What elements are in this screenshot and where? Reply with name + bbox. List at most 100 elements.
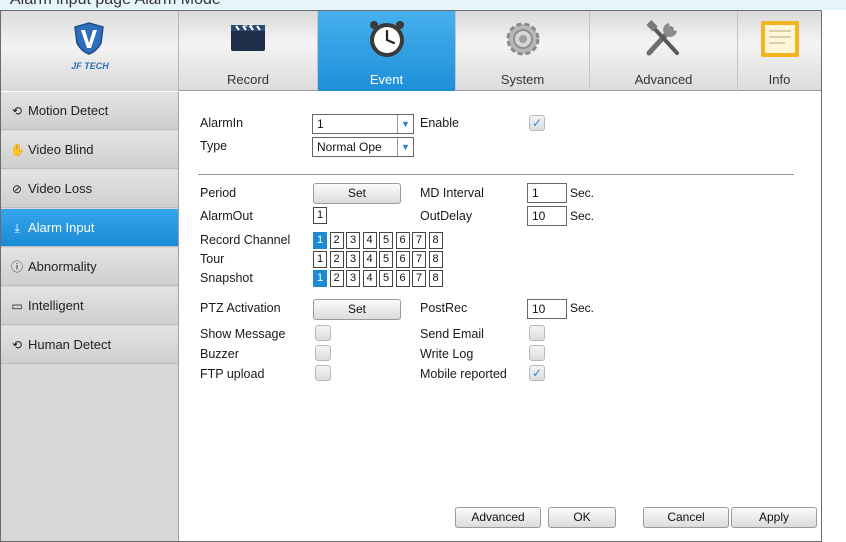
snapshot-channel-toggle[interactable]: 8 (428, 270, 443, 287)
tab-system-label: System (500, 72, 545, 87)
tour-channel-toggle[interactable]: 6 (395, 251, 410, 268)
info-document-icon (760, 21, 799, 57)
alarmout-channel[interactable]: 1 (313, 207, 327, 224)
cancel-button[interactable]: Cancel (643, 507, 729, 528)
record-channel-channel-toggle[interactable]: 1 (313, 232, 327, 249)
snapshot-channel-toggle[interactable]: 3 (346, 270, 360, 287)
screenshot-stage: Alarm input page Alarm Mode JF TECH »» R… (0, 0, 846, 542)
mobile-reported-label: Mobile reported (420, 367, 507, 381)
record-channel-channel-toggle[interactable]: 5 (379, 232, 393, 249)
sidebar-item-label: Intelligent (28, 298, 84, 313)
outdelay-input[interactable]: 10 (527, 206, 567, 226)
tab-info[interactable]: Info (738, 11, 821, 91)
sidebar-item-label: Alarm Input (28, 220, 95, 235)
apply-button[interactable]: Apply (731, 507, 817, 528)
shield-logo-icon (74, 22, 104, 55)
show-message-label: Show Message (200, 327, 286, 341)
snapshot-channel-toggle[interactable]: 2 (329, 270, 344, 287)
type-value: Normal Ope (317, 140, 382, 154)
record-channel-channel-toggle[interactable]: 6 (395, 232, 410, 249)
tour-channel-toggle[interactable]: 1 (313, 251, 327, 268)
sidebar-item-video-blind[interactable]: ✋ Video Blind (1, 131, 178, 169)
mobile-reported-checkbox[interactable]: ✓ (529, 365, 545, 381)
tour-channel-toggle[interactable]: 4 (362, 251, 377, 268)
snapshot-label: Snapshot (200, 271, 253, 285)
alarm-input-icon: ⤓ (14, 221, 20, 235)
tab-event[interactable]: Event (318, 11, 456, 91)
record-channel-label: Record Channel (200, 233, 291, 247)
chevron-down-icon: ▼ (397, 115, 413, 133)
snapshot-channel-toggle[interactable]: 4 (362, 270, 377, 287)
tools-icon (645, 20, 679, 56)
tour-channel-toggle[interactable]: 2 (329, 251, 344, 268)
sidebar-item-intelligent[interactable]: ▭ Intelligent (1, 287, 178, 325)
type-label: Type (200, 139, 228, 153)
snapshot-channel-toggle[interactable]: 1 (313, 270, 327, 287)
sidebar-item-label: Video Loss (28, 181, 93, 196)
checkmark-icon: ✓ (531, 116, 543, 130)
hand-icon: ✋ (10, 143, 25, 157)
sidebar-item-abnormality[interactable]: ⓘ Abnormality (1, 248, 178, 286)
record-channel-channel-toggle[interactable]: 2 (329, 232, 344, 249)
section-divider (198, 174, 794, 175)
ok-button[interactable]: OK (548, 507, 616, 528)
send-email-checkbox[interactable] (529, 325, 545, 341)
no-signal-icon: ⊘ (11, 182, 23, 196)
alarmin-select[interactable]: 1 ▼ (312, 114, 414, 134)
type-select[interactable]: Normal Ope ▼ (312, 137, 414, 157)
sidebar-item-label: Motion Detect (28, 103, 109, 118)
tour-channel-toggle[interactable]: 8 (428, 251, 443, 268)
tab-advanced[interactable]: Advanced (590, 11, 738, 91)
tab-advanced-label: Advanced (634, 72, 693, 87)
period-set-button[interactable]: Set (313, 183, 401, 204)
advanced-button[interactable]: Advanced (455, 507, 541, 528)
snapshot-channel-toggle[interactable]: 7 (412, 270, 426, 287)
record-channel-channel-toggle[interactable]: 7 (412, 232, 426, 249)
tab-record-label: Record (227, 72, 269, 87)
tour-label: Tour (200, 252, 225, 266)
tab-info-label: Info (768, 72, 791, 87)
ftp-upload-label: FTP upload (200, 367, 265, 381)
tour-channel-toggle[interactable]: 7 (412, 251, 426, 268)
tab-record[interactable]: »» Record (179, 11, 318, 91)
chevron-down-icon: ▼ (397, 138, 413, 156)
checkmark-icon: ✓ (531, 366, 543, 380)
sidebar-item-alarm-input[interactable]: ⤓ Alarm Input (1, 209, 178, 247)
write-log-checkbox[interactable] (529, 345, 545, 361)
send-email-label: Send Email (420, 327, 484, 341)
alarm-input-panel: AlarmIn 1 ▼ Enable ✓ Type Normal Ope ▼ P… (179, 92, 821, 541)
tour-channel-toggle[interactable]: 3 (346, 251, 360, 268)
motion-icon: ⟲ (11, 104, 23, 118)
outdelay-label: OutDelay (420, 209, 473, 223)
record-icon: »» (231, 21, 265, 51)
sidebar-item-motion-detect[interactable]: ⟲ Motion Detect (1, 92, 178, 130)
alarmin-value: 1 (317, 117, 324, 131)
record-channel-channel-toggle[interactable]: 3 (346, 232, 360, 249)
snapshot-channel-toggle[interactable]: 6 (395, 270, 410, 287)
sidebar: ⟲ Motion Detect ✋ Video Blind ⊘ Video Loss … (1, 92, 179, 541)
buzzer-checkbox[interactable] (315, 345, 331, 361)
sidebar-item-human-detect[interactable]: ⟲ Human Detect (1, 326, 178, 364)
alarmin-label: AlarmIn (200, 116, 244, 130)
ftp-upload-checkbox[interactable] (315, 365, 331, 381)
postrec-input[interactable]: 10 (527, 299, 567, 319)
tab-event-label: Event (369, 72, 404, 87)
tab-system[interactable]: System (456, 11, 590, 91)
postrec-unit: Sec. (570, 301, 595, 315)
ptz-activation-label: PTZ Activation (200, 301, 281, 315)
record-channel-channel-toggle[interactable]: 4 (362, 232, 377, 249)
brand-logo: JF TECH (1, 11, 179, 91)
tour-channel-toggle[interactable]: 5 (379, 251, 393, 268)
snapshot-channel-toggle[interactable]: 5 (379, 270, 393, 287)
human-icon: ⟲ (11, 338, 23, 352)
md-interval-unit: Sec. (570, 186, 595, 200)
ptz-set-button[interactable]: Set (313, 299, 401, 320)
show-message-checkbox[interactable] (315, 325, 331, 341)
brand-logo-text: JF TECH (71, 61, 109, 71)
enable-checkbox[interactable]: ✓ (529, 115, 545, 131)
clock-icon (369, 21, 404, 57)
top-caption: Alarm input page Alarm Mode (0, 0, 846, 9)
record-channel-channel-toggle[interactable]: 8 (428, 232, 443, 249)
md-interval-input[interactable]: 1 (527, 183, 567, 203)
sidebar-item-video-loss[interactable]: ⊘ Video Loss (1, 170, 178, 208)
